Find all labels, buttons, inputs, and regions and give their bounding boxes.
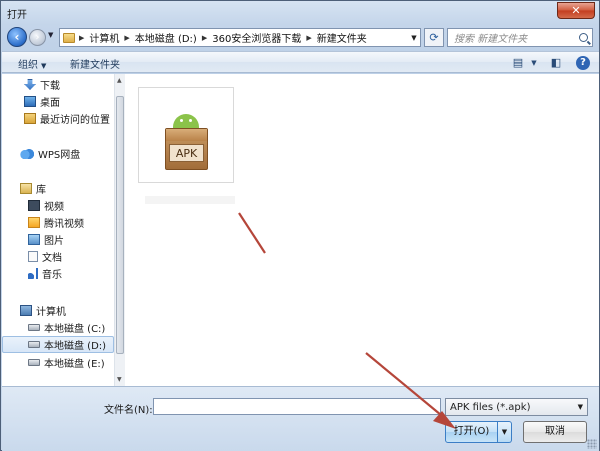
file-type-select[interactable]: APK files (*.apk) ▼ bbox=[445, 398, 588, 416]
breadcrumb-computer[interactable]: 计算机 bbox=[89, 30, 119, 45]
desktop-icon bbox=[24, 96, 36, 107]
close-button[interactable]: ✕ bbox=[557, 2, 595, 19]
folder-icon bbox=[63, 32, 75, 43]
preview-pane-icon[interactable]: ◧ bbox=[548, 55, 564, 71]
history-dropdown-icon[interactable]: ▼ bbox=[48, 31, 53, 39]
nav-item-drive-d[interactable]: 本地磁盘 (D:) bbox=[2, 336, 114, 353]
open-options-dropdown[interactable]: ▼ bbox=[498, 421, 512, 443]
search-placeholder: 搜索 新建文件夹 bbox=[454, 34, 528, 45]
forward-arrow-icon: › bbox=[35, 32, 40, 43]
document-icon bbox=[28, 251, 38, 262]
chevron-down-icon: ▼ bbox=[41, 62, 47, 70]
nav-item-label: WPS网盘 bbox=[38, 150, 81, 161]
organize-button[interactable]: 组织 ▼ bbox=[18, 56, 46, 71]
nav-item-drive-e[interactable]: 本地磁盘 (E:) bbox=[2, 354, 114, 371]
nav-item-libraries[interactable]: 库 bbox=[2, 180, 114, 197]
picture-icon bbox=[28, 234, 40, 245]
navigation-pane: 下载 桌面 最近访问的位置 WPS网盘 库 视频 腾讯视频 图片 文档 音乐 计… bbox=[2, 74, 124, 386]
forward-button[interactable]: › bbox=[29, 29, 46, 46]
recent-places-icon bbox=[24, 113, 36, 124]
breadcrumb-360-downloads[interactable]: 360安全浏览器下载 bbox=[212, 30, 301, 45]
file-item[interactable]: APK bbox=[138, 87, 234, 183]
breadcrumb-separator-icon: ▶ bbox=[201, 33, 208, 42]
drive-icon bbox=[28, 341, 40, 348]
nav-item-label: 视频 bbox=[44, 202, 64, 213]
address-dropdown-icon[interactable]: ▼ bbox=[408, 34, 420, 42]
nav-item-label: 库 bbox=[36, 185, 46, 196]
filename-label: 文件名(N): bbox=[104, 405, 153, 416]
open-button[interactable]: 打开(O) bbox=[445, 421, 498, 443]
new-folder-button[interactable]: 新建文件夹 bbox=[70, 56, 120, 71]
nav-item-computer[interactable]: 计算机 bbox=[2, 302, 114, 319]
nav-item-downloads[interactable]: 下载 bbox=[2, 76, 114, 93]
search-icon bbox=[579, 33, 588, 42]
breadcrumb-drive-d[interactable]: 本地磁盘 (D:) bbox=[135, 30, 197, 45]
dialog-footer: 文件名(N): APK files (*.apk) ▼ 打开(O) ▼ 取消 bbox=[2, 386, 599, 451]
nav-item-label: 腾讯视频 bbox=[44, 219, 84, 230]
file-type-value: APK files (*.apk) bbox=[450, 401, 531, 413]
video-icon bbox=[28, 200, 40, 211]
nav-item-label: 下载 bbox=[40, 81, 60, 92]
nav-item-documents[interactable]: 文档 bbox=[2, 248, 114, 265]
chevron-down-icon: ▼ bbox=[577, 403, 583, 411]
nav-item-label: 本地磁盘 (E:) bbox=[44, 359, 105, 370]
cancel-button[interactable]: 取消 bbox=[523, 421, 587, 443]
nav-item-label: 音乐 bbox=[42, 270, 62, 281]
nav-item-pictures[interactable]: 图片 bbox=[2, 231, 114, 248]
breadcrumb-separator-icon: ▶ bbox=[124, 33, 130, 42]
drive-icon bbox=[28, 359, 40, 366]
file-name bbox=[145, 196, 235, 204]
scroll-up-icon[interactable]: ▲ bbox=[117, 77, 122, 84]
music-icon bbox=[28, 268, 38, 279]
nav-pane-scrollbar[interactable]: ▲ ▼ bbox=[114, 74, 125, 386]
breadcrumb-separator-icon: ▶ bbox=[306, 33, 312, 42]
nav-item-label: 本地磁盘 (D:) bbox=[44, 341, 107, 352]
nav-item-label: 本地磁盘 (C:) bbox=[44, 324, 106, 335]
tencent-video-icon bbox=[28, 217, 40, 228]
nav-item-tencent-video[interactable]: 腾讯视频 bbox=[2, 214, 114, 231]
breadcrumb: ▶ 计算机 ▶ 本地磁盘 (D:) ▶ 360安全浏览器下载 ▶ 新建文件夹 bbox=[79, 30, 367, 46]
organize-label: 组织 bbox=[18, 60, 38, 71]
help-icon[interactable]: ? bbox=[576, 56, 590, 70]
address-bar[interactable]: ▶ 计算机 ▶ 本地磁盘 (D:) ▶ 360安全浏览器下载 ▶ 新建文件夹 ▼ bbox=[59, 28, 421, 47]
navigation-bar: ‹ › ▼ ▶ 计算机 ▶ 本地磁盘 (D:) ▶ 360安全浏览器下载 ▶ 新… bbox=[1, 25, 599, 49]
nav-item-recent[interactable]: 最近访问的位置 bbox=[2, 110, 114, 127]
nav-item-label: 最近访问的位置 bbox=[40, 115, 110, 126]
nav-item-label: 图片 bbox=[44, 236, 64, 247]
search-input[interactable]: 搜索 新建文件夹 bbox=[447, 28, 593, 47]
computer-icon bbox=[20, 305, 32, 316]
refresh-button[interactable]: ⟳ bbox=[424, 28, 444, 47]
nav-item-label: 计算机 bbox=[36, 307, 66, 318]
nav-item-desktop[interactable]: 桌面 bbox=[2, 93, 114, 110]
back-button[interactable]: ‹ bbox=[7, 27, 27, 47]
file-list-pane[interactable]: APK bbox=[125, 74, 599, 386]
breadcrumb-new-folder[interactable]: 新建文件夹 bbox=[317, 30, 367, 45]
nav-item-drive-c[interactable]: 本地磁盘 (C:) bbox=[2, 319, 114, 336]
view-dropdown-icon[interactable]: ▼ bbox=[526, 55, 542, 71]
chevron-down-icon: ▼ bbox=[501, 428, 508, 436]
view-options-icon[interactable]: ▤ bbox=[510, 55, 526, 71]
command-toolbar: 组织 ▼ 新建文件夹 ▤ ▼ ◧ ? bbox=[2, 51, 599, 73]
nav-item-label: 文档 bbox=[42, 253, 62, 264]
title-bar[interactable]: 打开 ✕ bbox=[1, 1, 599, 25]
cloud-icon bbox=[20, 148, 34, 159]
nav-item-label: 桌面 bbox=[40, 98, 60, 109]
breadcrumb-separator-icon: ▶ bbox=[79, 33, 85, 42]
apk-file-icon: APK bbox=[165, 128, 208, 170]
open-file-dialog: 打开 ✕ ‹ › ▼ ▶ 计算机 ▶ 本地磁盘 (D:) ▶ 360安全浏览器下… bbox=[0, 0, 600, 451]
library-icon bbox=[20, 183, 32, 194]
nav-item-wps-cloud[interactable]: WPS网盘 bbox=[2, 145, 114, 162]
back-arrow-icon: ‹ bbox=[14, 30, 20, 44]
nav-item-music[interactable]: 音乐 bbox=[2, 265, 114, 282]
filename-input[interactable] bbox=[153, 398, 441, 415]
apk-icon-label: APK bbox=[169, 144, 204, 162]
drive-icon bbox=[28, 324, 40, 331]
window-title: 打开 bbox=[7, 10, 27, 21]
resize-grip-icon[interactable] bbox=[587, 439, 597, 449]
download-icon bbox=[24, 79, 36, 90]
refresh-icon: ⟳ bbox=[429, 31, 439, 44]
scrollbar-thumb[interactable] bbox=[116, 96, 124, 354]
nav-item-videos[interactable]: 视频 bbox=[2, 197, 114, 214]
scroll-down-icon[interactable]: ▼ bbox=[117, 376, 122, 383]
